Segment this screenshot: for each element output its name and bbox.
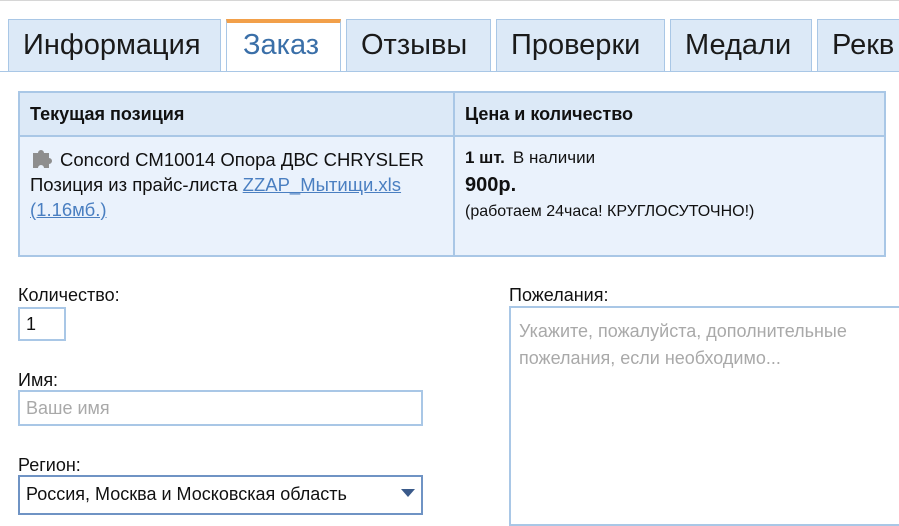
wishes-textarea[interactable] [509, 306, 899, 526]
region-select[interactable]: Россия, Москва и Московская область [18, 475, 423, 515]
tab-checks[interactable]: Проверки [496, 19, 665, 71]
header-current-position: Текущая позиция [18, 91, 455, 137]
availability-text: В наличии [512, 148, 596, 167]
chevron-down-icon[interactable] [401, 489, 415, 497]
quantity-label: Количество: [18, 285, 120, 305]
header-price-quantity: Цена и количество [453, 91, 886, 137]
quantity-text: 1 шт. [465, 148, 505, 167]
region-label: Регион: [18, 455, 81, 475]
price-cell: 1 шт. В наличии 900р. (работаем 24часа! К… [453, 135, 886, 257]
pricelist-prefix: Позиция из прайс-листа [30, 174, 238, 195]
tab-medals[interactable]: Медали [670, 19, 812, 71]
tabs-baseline [0, 71, 899, 72]
item-title-line: Concord CM10014 Опора ДВС CHRYSLER [30, 147, 443, 172]
position-cell: Concord CM10014 Опора ДВС CHRYSLER Позиц… [18, 135, 455, 257]
name-label: Имя: [18, 370, 59, 390]
region-value: Россия, Москва и Московская область [26, 484, 347, 504]
tab-info[interactable]: Информация [8, 19, 221, 71]
tab-reviews[interactable]: Отзывы [346, 19, 491, 71]
tab-requisites[interactable]: Рекв [817, 19, 899, 71]
tab-order[interactable]: Заказ [226, 19, 341, 72]
position-table: Текущая позиция Цена и количество Concor… [18, 91, 886, 257]
puzzle-piece-icon [30, 147, 54, 169]
working-hours-note: (работаем 24часа! КРУГЛОСУТОЧНО!) [465, 203, 755, 220]
quantity-line: 1 шт. В наличии [465, 147, 874, 169]
price-value: 900р. [465, 174, 517, 196]
name-input[interactable] [18, 390, 423, 426]
item-title: Concord CM10014 Опора ДВС CHRYSLER [60, 149, 425, 170]
tab-bar: Информация Заказ Отзывы Проверки Медали … [0, 0, 899, 72]
quantity-input[interactable] [18, 307, 66, 341]
pricelist-line: Позиция из прайс-листа ZZAP_Мытищи.xls (… [30, 172, 443, 222]
wishes-label: Пожелания: [509, 285, 609, 305]
